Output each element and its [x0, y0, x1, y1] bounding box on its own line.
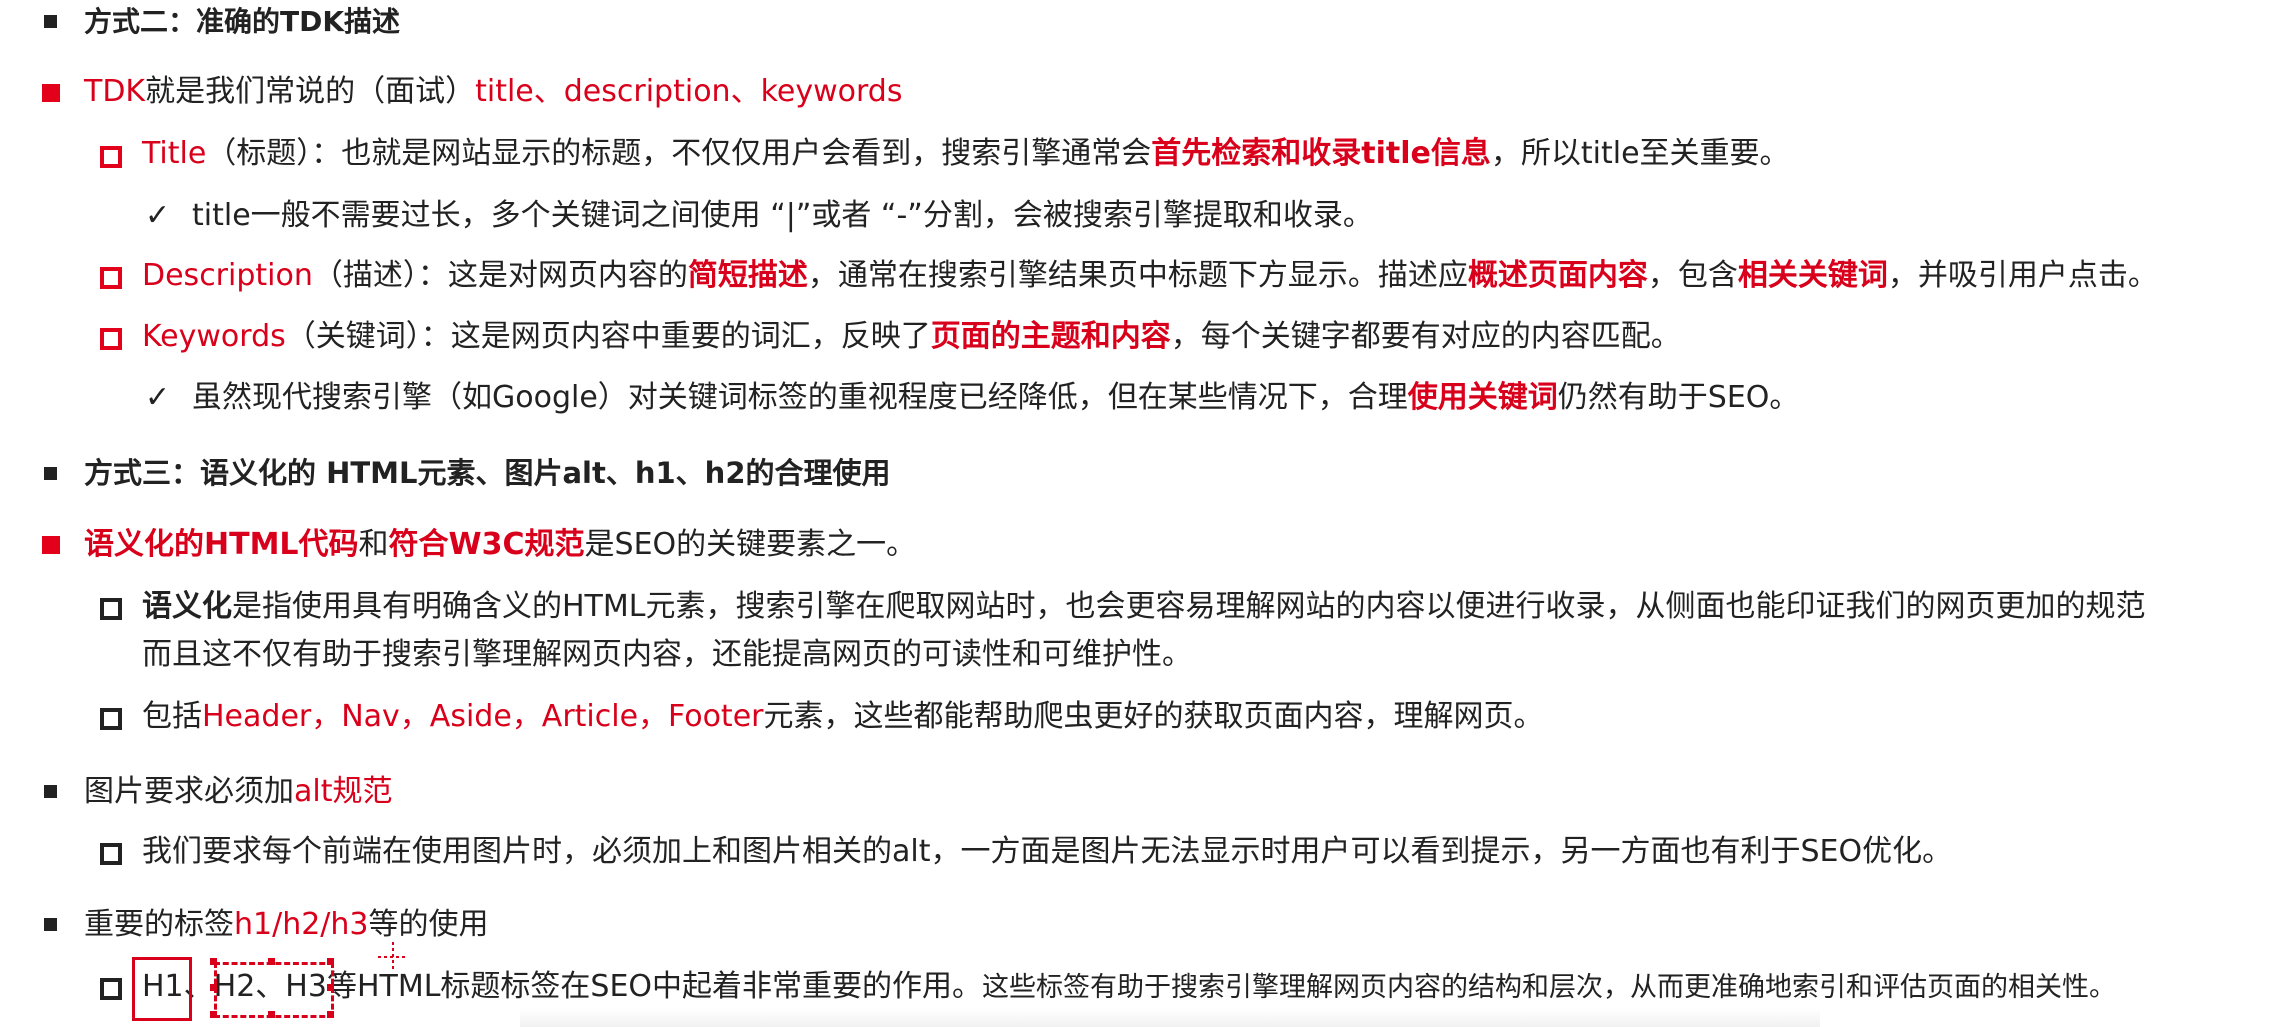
hollow-bullet-icon [100, 267, 122, 289]
desc-text-3: ，包含 [1647, 258, 1738, 293]
tdk-text: 就是我们常说的（面试） [145, 74, 476, 109]
hollow-bullet-icon [100, 598, 122, 620]
heading-tags-text-1: 重要的标签 [84, 907, 234, 942]
bullet-square-icon [44, 15, 57, 28]
checkmark-icon: ✓ [145, 198, 171, 233]
image-alt-highlight: alt规范 [294, 774, 393, 809]
heading-tags-highlight: h1/h2/h3 [234, 907, 369, 942]
includes-text-2: 元素，这些都能帮助爬虫更好的获取页面内容，理解网页。 [763, 699, 1544, 734]
crosshair-cursor-icon [378, 942, 408, 972]
tdk-keys: title、description、keywords [475, 74, 903, 109]
hollow-bullet-icon [100, 146, 122, 168]
tdk-term: TDK [84, 74, 146, 109]
desc-text-1: （描述）：这是对网页内容的 [312, 258, 688, 293]
includes-text-1: 包括 [142, 699, 202, 734]
title-note: title一般不需要过长，多个关键词之间使用 “|”或者 “-”分割，会被搜索引… [192, 198, 1373, 233]
hollow-bullet-icon [100, 843, 122, 865]
hollow-bullet-icon [100, 328, 122, 350]
heading-tags-line: 重要的标签h1/h2/h3等的使用 [84, 905, 489, 945]
resize-handle[interactable] [268, 958, 275, 965]
desc-highlight-3: 相关关键词 [1737, 258, 1888, 293]
description-item: Description（描述）：这是对网页内容的简短描述，通常在搜索引擎结果页中… [142, 256, 2158, 296]
kw-note-highlight: 使用关键词 [1407, 380, 1558, 415]
resize-handle[interactable] [268, 1011, 275, 1018]
h2-h3-selection-box[interactable] [214, 962, 334, 1018]
image-alt-item: 我们要求每个前端在使用图片时，必须加上和图片相关的alt，一方面是图片无法显示时… [142, 834, 1953, 869]
heading-tags-item-note: 这些标签有助于搜索引擎理解网页内容的结构和层次，从而更准确地索引和评估页面的相关… [982, 972, 2117, 1003]
semantic-highlight-2: 符合W3C规范 [388, 527, 585, 562]
bullet-square-icon [44, 467, 57, 480]
includes-item: 包括Header，Nav，Aside，Article，Footer元素，这些都能… [142, 697, 1544, 737]
keywords-item: Keywords（关键词）：这是网页内容中重要的词汇，反映了页面的主题和内容，每… [142, 317, 1681, 357]
title-item: Title（标题）：也就是网站显示的标题，不仅仅用户会看到，搜索引擎通常会首先检… [142, 134, 1790, 174]
resize-handle[interactable] [327, 1011, 334, 1018]
semantic-line: 语义化的HTML代码和符合W3C规范是SEO的关键要素之一。 [84, 525, 916, 565]
includes-elements: Header，Nav，Aside，Article，Footer [202, 699, 764, 734]
checkmark-icon: ✓ [145, 380, 171, 415]
heading-tags-item-text: 等HTML标题标签在SEO中起着非常重要的作用。 [326, 969, 983, 1004]
desc-text-2: ，通常在搜索引擎结果页中标题下方显示。描述应 [807, 258, 1468, 293]
heading-tags-text-2: 等的使用 [368, 907, 489, 942]
kw-note-text-1: 虽然现代搜索引擎（如Google）对关键词标签的重视程度已经降低，但在某些情况下… [192, 380, 1408, 415]
bullet-square-icon [44, 785, 57, 798]
keywords-note: 虽然现代搜索引擎（如Google）对关键词标签的重视程度已经降低，但在某些情况下… [192, 378, 1799, 418]
resize-handle[interactable] [210, 984, 217, 991]
semantic-item: 语义化是指使用具有明确含义的HTML元素，搜索引擎在爬取网站时，也会更容易理解网… [142, 587, 2145, 627]
h1-annotation-box[interactable] [132, 957, 192, 1021]
bullet-square-icon [44, 918, 57, 931]
section-heading: 方式二：准确的TDK描述 [84, 5, 401, 38]
kw-note-text-2: 仍然有助于SEO。 [1557, 380, 1800, 415]
desc-highlight-1: 简短描述 [687, 258, 808, 293]
semantic-term: 语义化 [142, 589, 232, 624]
image-alt-line: 图片要求必须加alt规范 [84, 772, 392, 812]
keywords-term: Keywords [142, 319, 286, 354]
kw-text-1: （关键词）：这是网页内容中重要的词汇，反映了 [285, 319, 931, 354]
semantic-item-text: 是指使用具有明确含义的HTML元素，搜索引擎在爬取网站时，也会更容易理解网站的内… [232, 589, 2146, 624]
heading-tags-item: H1、H2、H3等HTML标题标签在SEO中起着非常重要的作用。这些标签有助于搜… [142, 967, 2116, 1008]
hollow-bullet-icon [100, 708, 122, 730]
kw-text-2: ，每个关键字都要有对应的内容匹配。 [1170, 319, 1681, 354]
image-alt-text: 图片要求必须加 [84, 774, 294, 809]
section-heading: 方式三：语义化的 HTML元素、图片alt、h1、h2的合理使用 [84, 456, 891, 490]
semantic-text-1: 和 [358, 527, 389, 562]
resize-handle[interactable] [210, 958, 217, 965]
bullet-square-icon [42, 84, 60, 102]
resize-handle[interactable] [327, 958, 334, 965]
bottom-shadow [520, 1009, 1820, 1027]
resize-handle[interactable] [210, 1011, 217, 1018]
tdk-line: TDK就是我们常说的（面试）title、description、keywords [84, 72, 902, 112]
kw-highlight: 页面的主题和内容 [930, 319, 1171, 354]
title-text-end: ，所以title至关重要。 [1490, 136, 1790, 171]
bullet-square-icon [42, 536, 60, 554]
title-text: （标题）：也就是网站显示的标题，不仅仅用户会看到，搜索引擎通常会 [206, 136, 1152, 171]
semantic-highlight-1: 语义化的HTML代码 [84, 527, 359, 562]
title-term: Title [142, 136, 207, 171]
title-highlight: 首先检索和收录title信息 [1151, 136, 1491, 171]
resize-handle[interactable] [327, 984, 334, 991]
semantic-text-2: 是SEO的关键要素之一。 [584, 527, 917, 562]
desc-text-4: ，并吸引用户点击。 [1887, 258, 2158, 293]
description-term: Description [142, 258, 313, 293]
hollow-bullet-icon [100, 978, 122, 1000]
desc-highlight-2: 概述页面内容 [1467, 258, 1648, 293]
semantic-item-continued: 而且这不仅有助于搜索引擎理解网页内容，还能提高网页的可读性和可维护性。 [142, 637, 1192, 672]
